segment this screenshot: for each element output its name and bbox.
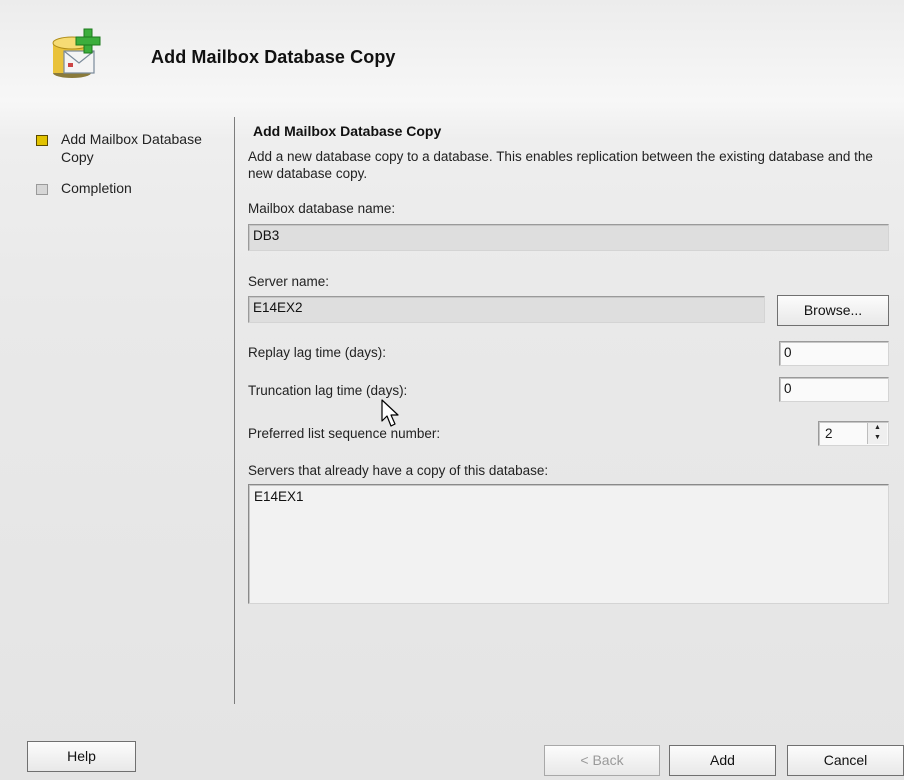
db-name-label: Mailbox database name:: [248, 201, 396, 216]
nav-divider: [234, 117, 235, 704]
servers-list[interactable]: E14EX1: [248, 484, 889, 604]
active-step-icon: [36, 135, 48, 146]
add-button[interactable]: Add: [669, 745, 776, 776]
stepper-buttons[interactable]: ▲ ▼: [867, 423, 887, 444]
stepper-down-icon[interactable]: ▼: [868, 433, 887, 443]
truncation-lag-input[interactable]: 0: [779, 377, 889, 402]
servers-list-label: Servers that already have a copy of this…: [248, 463, 549, 478]
replay-lag-label: Replay lag time (days):: [248, 345, 387, 360]
browse-button[interactable]: Browse...: [777, 295, 889, 326]
mouse-cursor-icon: [381, 399, 399, 427]
sequence-value[interactable]: 2: [825, 426, 833, 441]
nav-step-label: Add Mailbox Database Copy: [61, 131, 202, 165]
back-button[interactable]: < Back: [544, 745, 660, 776]
list-item[interactable]: E14EX1: [254, 489, 883, 504]
help-button[interactable]: Help: [27, 741, 136, 772]
server-name-label: Server name:: [248, 274, 330, 289]
nav-step-label: Completion: [61, 180, 132, 196]
replay-lag-input[interactable]: 0: [779, 341, 889, 366]
server-name-field[interactable]: E14EX2: [248, 296, 765, 323]
sequence-label: Preferred list sequence number:: [248, 426, 441, 441]
db-name-field[interactable]: DB3: [248, 224, 889, 251]
cancel-button[interactable]: Cancel: [787, 745, 904, 776]
truncation-lag-label: Truncation lag time (days):: [248, 383, 408, 398]
nav-step-completion: Completion: [36, 179, 132, 197]
mailbox-database-add-icon: [52, 28, 101, 78]
pending-step-icon: [36, 184, 48, 195]
nav-step-add-copy: Add Mailbox Database Copy: [36, 130, 226, 166]
sequence-stepper[interactable]: 2 ▲ ▼: [818, 421, 889, 446]
section-title: Add Mailbox Database Copy: [253, 123, 442, 139]
wizard-title: Add Mailbox Database Copy: [151, 47, 396, 67]
section-description: Add a new database copy to a database. T…: [248, 149, 873, 181]
stepper-up-icon[interactable]: ▲: [868, 423, 887, 433]
